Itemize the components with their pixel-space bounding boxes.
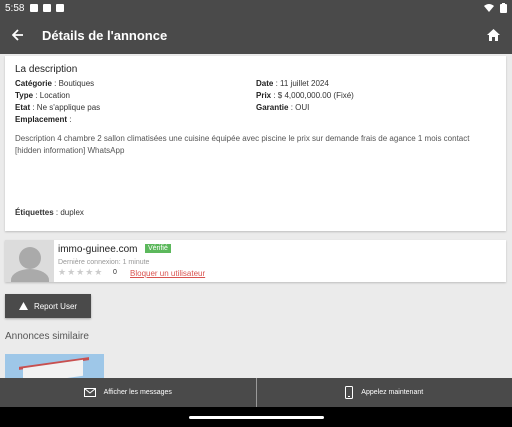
mail-icon	[83, 388, 96, 397]
user-name[interactable]: immo-guinee.com	[58, 244, 137, 255]
shield-icon	[30, 4, 39, 12]
price-label: Prix	[256, 91, 272, 100]
etat-row: Etat : Ne s'applique pas	[15, 103, 256, 112]
warning-icon	[18, 302, 28, 310]
report-user-button[interactable]: Report User	[5, 294, 91, 318]
app-bar: Détails de l'annonce	[0, 16, 512, 54]
garantie-label: Garantie	[256, 103, 289, 112]
rating-stars: ★★★★★	[58, 267, 104, 277]
location-label: Emplacement	[15, 115, 68, 124]
call-now-label: Appelez maintenant	[361, 389, 424, 396]
location-value: :	[67, 115, 72, 124]
home-icon[interactable]	[487, 29, 500, 41]
type-row: Type : Location	[15, 91, 256, 100]
type-value: : Location	[33, 91, 70, 100]
similar-listing-thumbnail[interactable]	[5, 354, 104, 378]
location-row: Emplacement :	[15, 115, 256, 124]
app-icon	[56, 4, 65, 12]
category-value: : Boutiques	[51, 79, 95, 88]
block-user-link[interactable]: Bloquer un utilisateur	[130, 269, 205, 278]
last-connection: Dernière connexion: 1 minute	[58, 259, 150, 266]
description-heading: La description	[15, 64, 78, 75]
show-messages-button[interactable]: Afficher les messages	[0, 378, 256, 407]
system-nav-bar	[0, 407, 512, 427]
bottom-action-bar: Afficher les messages Appelez maintenant	[0, 378, 512, 407]
tags-value: : duplex	[53, 208, 84, 217]
price-value: : $ 4,000,000.00 (Fixé)	[271, 91, 354, 100]
category-row: Catégorie : Boutiques	[15, 79, 256, 88]
status-bar: 5:58	[0, 0, 512, 16]
description-text: Description 4 chambre 2 sallon climatisé…	[15, 134, 470, 155]
notification-icon	[43, 4, 52, 12]
tags-row: Étiquettes : duplex	[15, 208, 84, 217]
avatar	[5, 240, 54, 282]
date-row: Date : 11 juillet 2024	[256, 79, 496, 88]
category-label: Catégorie	[15, 79, 52, 88]
rating-count: 0	[113, 269, 117, 276]
date-value: : 11 juillet 2024	[273, 79, 329, 88]
garantie-row: Garantie : OUI	[256, 103, 496, 112]
etat-value: : Ne s'applique pas	[30, 103, 101, 112]
battery-icon	[500, 3, 507, 13]
phone-icon	[345, 386, 354, 399]
tags-label: Étiquettes	[15, 208, 54, 217]
report-user-label: Report User	[33, 301, 78, 311]
user-card[interactable]: immo-guinee.com Vérifié Dernière connexi…	[5, 240, 506, 282]
call-now-button[interactable]: Appelez maintenant	[257, 378, 512, 407]
details-grid: Catégorie : Boutiques Date : 11 juillet …	[15, 79, 496, 124]
price-row: Prix : $ 4,000,000.00 (Fixé)	[256, 91, 496, 100]
similar-heading: Annonces similaire	[5, 331, 89, 342]
show-messages-label: Afficher les messages	[103, 389, 172, 396]
garantie-value: : OUI	[288, 103, 310, 112]
status-time: 5:58	[5, 2, 25, 14]
listing-details-card: La description Catégorie : Boutiques Dat…	[5, 56, 506, 231]
etat-label: Etat	[15, 103, 31, 112]
page-title: Détails de l'annonce	[42, 27, 168, 43]
back-arrow-icon[interactable]	[12, 29, 24, 41]
wifi-icon	[484, 4, 494, 12]
type-label: Type	[15, 91, 34, 100]
home-gesture-pill[interactable]	[189, 416, 324, 419]
status-right	[484, 3, 507, 13]
verified-badge: Vérifié	[145, 244, 171, 253]
date-label: Date	[256, 79, 274, 88]
